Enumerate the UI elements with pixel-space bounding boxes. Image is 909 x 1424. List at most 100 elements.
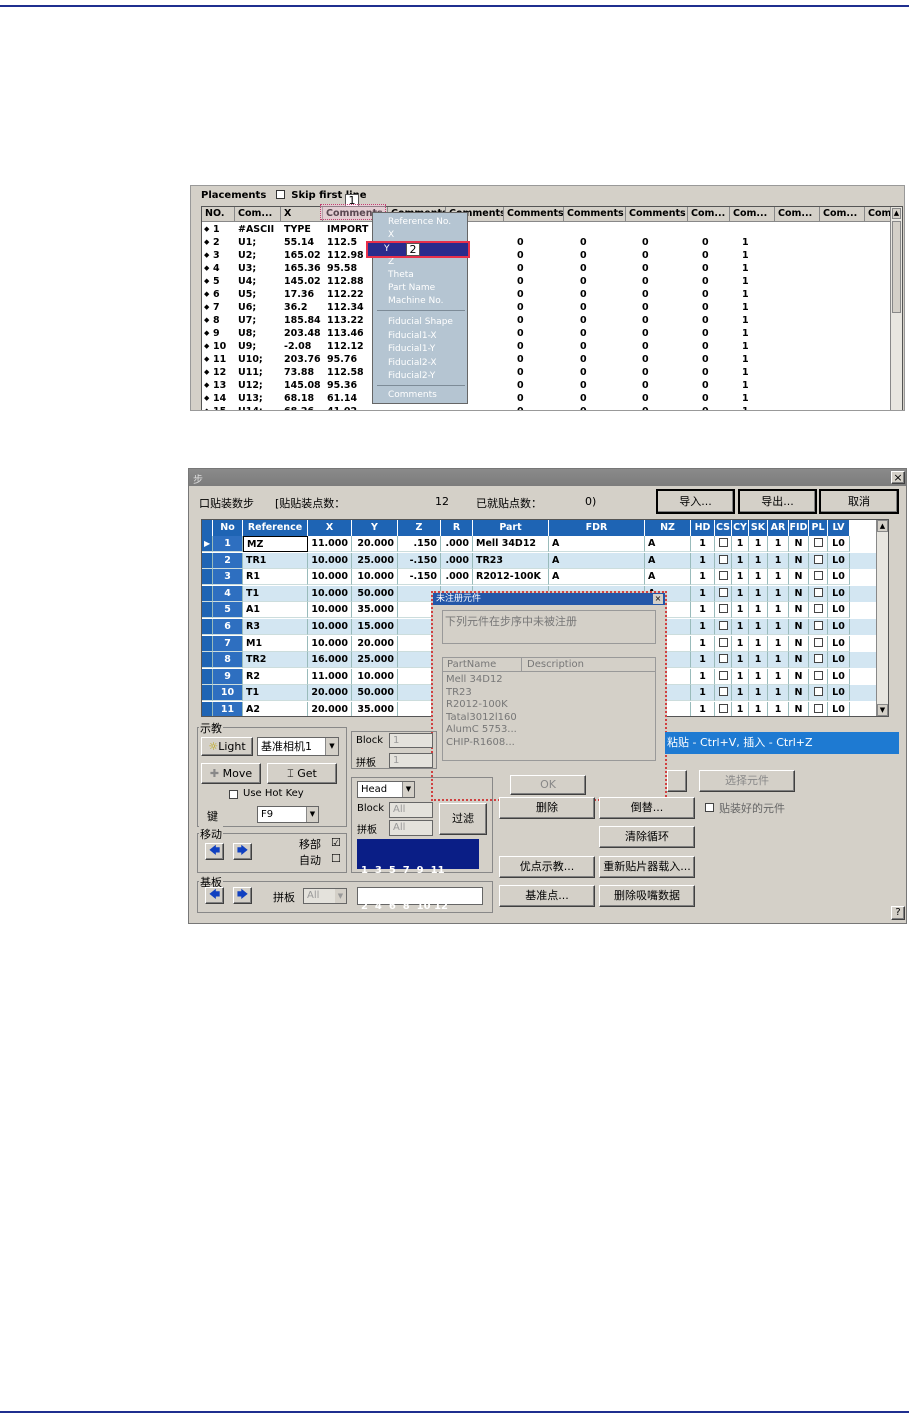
cell-no[interactable]: 4 xyxy=(213,585,243,602)
cell-y[interactable]: 10.000 xyxy=(352,569,398,586)
cell-hd[interactable]: 1 xyxy=(691,552,715,569)
table-row[interactable]: ◆ 7 U6; 36.2 112.34 0 0 0 0 1 xyxy=(202,301,892,314)
cell-ref[interactable]: M1 xyxy=(243,635,308,652)
cell-x[interactable]: 11.000 xyxy=(308,668,352,685)
cancel-button[interactable]: 取消 xyxy=(819,489,899,514)
close-icon[interactable]: × xyxy=(891,471,905,484)
checkbox[interactable] xyxy=(813,554,823,564)
cell-sk[interactable]: 1 xyxy=(749,602,768,619)
cell-cy[interactable]: 1 xyxy=(732,602,749,619)
cell-hd[interactable]: 1 xyxy=(691,702,715,716)
grid-header-cell[interactable]: Com... xyxy=(235,207,281,222)
hot-key-select[interactable]: F9 ▼ xyxy=(257,806,319,823)
checkbox[interactable] xyxy=(718,654,728,664)
checkbox[interactable] xyxy=(718,670,728,680)
cell-y[interactable]: 50.000 xyxy=(352,685,398,702)
cell-pl-checkbox[interactable] xyxy=(809,635,828,652)
cell-x[interactable]: 20.000 xyxy=(308,685,352,702)
dialog-close-icon[interactable]: × xyxy=(653,594,663,604)
board-panel-select[interactable]: All ▼ xyxy=(303,888,347,904)
placed-parts-checkbox[interactable] xyxy=(705,803,714,812)
cell-cy[interactable]: 1 xyxy=(732,668,749,685)
column-header-r[interactable]: R xyxy=(441,520,473,536)
help-button[interactable]: ? xyxy=(891,906,905,920)
cell-no[interactable]: 9 xyxy=(213,668,243,685)
replace-button[interactable]: 倒替... xyxy=(599,797,695,819)
table-row[interactable]: ◆15 U14; 68.26 41.02 0 0 0 0 1 xyxy=(202,405,892,410)
column-header-z[interactable]: Z xyxy=(398,520,441,536)
table-scrollbar[interactable]: ▲ ▼ xyxy=(876,520,888,716)
head-select[interactable]: Head ▼ xyxy=(357,781,415,798)
cell-sk[interactable]: 1 xyxy=(749,685,768,702)
unregistered-parts-list[interactable]: PartName Description Mell 34D12 TR23 R2012… xyxy=(442,657,656,761)
grid-header-cell[interactable]: Comments xyxy=(564,207,626,222)
menu-item[interactable]: Reference No. xyxy=(388,217,451,227)
cell-hd[interactable]: 1 xyxy=(691,685,715,702)
cell-x[interactable]: 10.000 xyxy=(308,552,352,569)
cell-ar[interactable]: 1 xyxy=(768,569,789,586)
cell-nz[interactable]: A xyxy=(645,536,691,552)
block2-select[interactable]: All xyxy=(389,802,433,818)
cell-pl-checkbox[interactable] xyxy=(809,652,828,669)
grid-header-cell[interactable]: Comments xyxy=(626,207,688,222)
cell-cs-checkbox[interactable] xyxy=(715,602,732,619)
cell-cy[interactable]: 1 xyxy=(732,569,749,586)
cell-y[interactable]: 25.000 xyxy=(352,552,398,569)
cell-ar[interactable]: 1 xyxy=(768,536,789,552)
cell-y[interactable]: 35.000 xyxy=(352,602,398,619)
cell-hd[interactable]: 1 xyxy=(691,652,715,669)
cell-sk[interactable]: 1 xyxy=(749,552,768,569)
cell-r[interactable]: .000 xyxy=(441,552,473,569)
row-selector[interactable] xyxy=(202,552,213,569)
cell-cy[interactable]: 1 xyxy=(732,552,749,569)
cell-lv[interactable]: L0 xyxy=(828,552,850,569)
cell-x[interactable]: 10.000 xyxy=(308,569,352,586)
cell-no[interactable]: 1 xyxy=(213,536,243,552)
cell-cy[interactable]: 1 xyxy=(732,702,749,716)
cell-ar[interactable]: 1 xyxy=(768,702,789,716)
checkbox[interactable] xyxy=(813,670,823,680)
cell-no[interactable]: 7 xyxy=(213,635,243,652)
grid-header-cell[interactable]: Com... xyxy=(688,207,730,222)
menu-item[interactable]: Fiducial Shape xyxy=(388,317,453,327)
table-row[interactable]: ◆ 13 U12; 145.08 95.36 0 0 0 0 1 xyxy=(202,379,892,392)
part-list-item[interactable]: Tatal3012l160 xyxy=(446,712,517,725)
cell-fdr[interactable]: A xyxy=(549,536,645,552)
cell-cy[interactable]: 1 xyxy=(732,536,749,552)
cell-ar[interactable]: 1 xyxy=(768,668,789,685)
column-header-fid[interactable]: FID xyxy=(789,520,809,536)
scroll-up-arrow-icon[interactable]: ▲ xyxy=(877,520,888,532)
checkbox[interactable] xyxy=(813,704,823,713)
cell-ar[interactable]: 1 xyxy=(768,585,789,602)
cell-ref[interactable]: A1 xyxy=(243,602,308,619)
cell-lv[interactable]: L0 xyxy=(828,585,850,602)
checkbox[interactable] xyxy=(813,654,823,664)
cell-part[interactable]: Mell 34D12 xyxy=(473,536,549,552)
partial-hidden-button[interactable] xyxy=(667,770,687,792)
table-row[interactable]: ◆ 14 U13; 68.18 61.14 0 0 0 0 1 xyxy=(202,392,892,405)
column-header-ar[interactable]: AR xyxy=(768,520,789,536)
column-header-fdr[interactable]: FDR xyxy=(549,520,645,536)
cell-nz[interactable]: A xyxy=(645,552,691,569)
cell-x[interactable]: 11.000 xyxy=(308,536,352,552)
column-header-no[interactable]: No xyxy=(213,520,243,536)
delete-button[interactable]: 删除 xyxy=(499,797,595,819)
cell-pl-checkbox[interactable] xyxy=(809,552,828,569)
column-header-nz[interactable]: NZ xyxy=(645,520,691,536)
row-selector[interactable] xyxy=(202,602,213,619)
cell-fid[interactable]: N xyxy=(789,652,809,669)
panel3-select[interactable]: All xyxy=(389,820,433,836)
cell-lv[interactable]: L0 xyxy=(828,685,850,702)
table-row[interactable]: 3 R1 10.000 10.000 -.150.000 R2012-100K A A 1 1 1 1… xyxy=(202,569,888,586)
cell-ref[interactable]: R3 xyxy=(243,619,308,635)
column-header-x[interactable]: X xyxy=(308,520,352,536)
cell-ar[interactable]: 1 xyxy=(768,602,789,619)
column-header-hd[interactable]: HD xyxy=(691,520,715,536)
cell-sk[interactable]: 1 xyxy=(749,635,768,652)
optimize-teach-button[interactable]: 优点示教... xyxy=(499,856,595,878)
column-header-ref[interactable]: Reference xyxy=(243,520,308,536)
cell-cs-checkbox[interactable] xyxy=(715,702,732,716)
part-list-item[interactable]: R2012-100K xyxy=(446,699,517,712)
panel2-input[interactable]: 1 xyxy=(389,753,433,768)
checkbox[interactable] xyxy=(813,687,823,697)
